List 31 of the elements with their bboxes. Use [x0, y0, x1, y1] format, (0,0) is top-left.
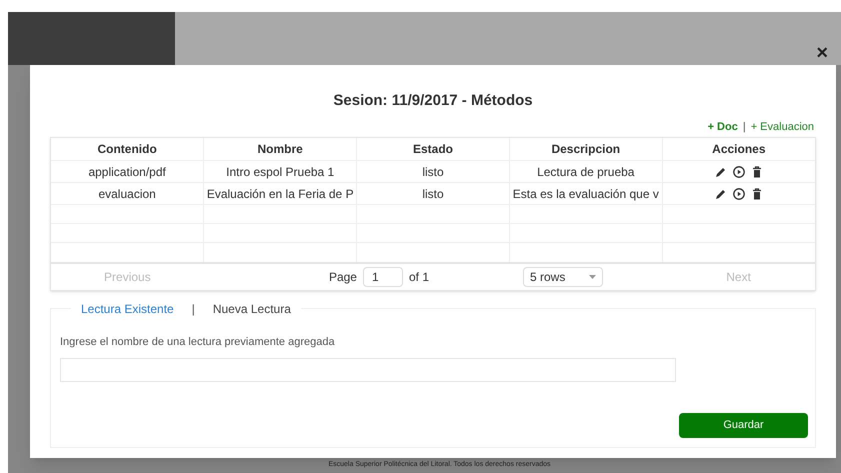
page-size-select[interactable]: 5 rows [523, 266, 603, 286]
page-count: of 1 [408, 268, 429, 286]
column-header: Acciones [662, 138, 815, 160]
lectura-input[interactable] [60, 358, 676, 382]
table-cell: evaluacion [98, 186, 156, 200]
column-header: Estado [356, 138, 510, 160]
page-label: Page [328, 268, 357, 286]
play-circle-icon[interactable] [732, 186, 746, 200]
add-link[interactable]: + Doc [708, 119, 738, 136]
close-button[interactable]: × [816, 43, 828, 63]
table-cell: application/pdf [88, 164, 166, 178]
play-circle-icon[interactable] [732, 164, 746, 178]
table-cell: Lectura de prueba [537, 164, 634, 178]
dropdown-caret-icon [589, 274, 596, 278]
link-separator: | [742, 120, 746, 136]
table-cell: listo [422, 186, 444, 200]
save-button[interactable]: Guardar [679, 413, 808, 438]
column-header: Descripcion [509, 138, 662, 160]
tab-separator: | [192, 301, 195, 318]
column-header: Nombre [204, 138, 357, 160]
tab[interactable]: Nueva Lectura [212, 300, 291, 318]
table-cell: Esta es la evaluación que v [512, 186, 659, 200]
page-input[interactable]: 1 [362, 266, 403, 286]
tab[interactable]: Lectura Existente [81, 300, 174, 318]
table-cell: listo [422, 164, 444, 178]
modal-title: Sesion: 11/9/2017 - Métodos [333, 91, 533, 111]
field-label: Ingrese el nombre de una lectura previamente agregada [60, 336, 335, 348]
table-cell: Evaluación en la Feria de P [206, 186, 354, 200]
column-header: Contenido [51, 138, 204, 160]
add-link[interactable]: + Evaluacion [750, 119, 814, 136]
table-cell: Intro espol Prueba 1 [226, 164, 334, 178]
